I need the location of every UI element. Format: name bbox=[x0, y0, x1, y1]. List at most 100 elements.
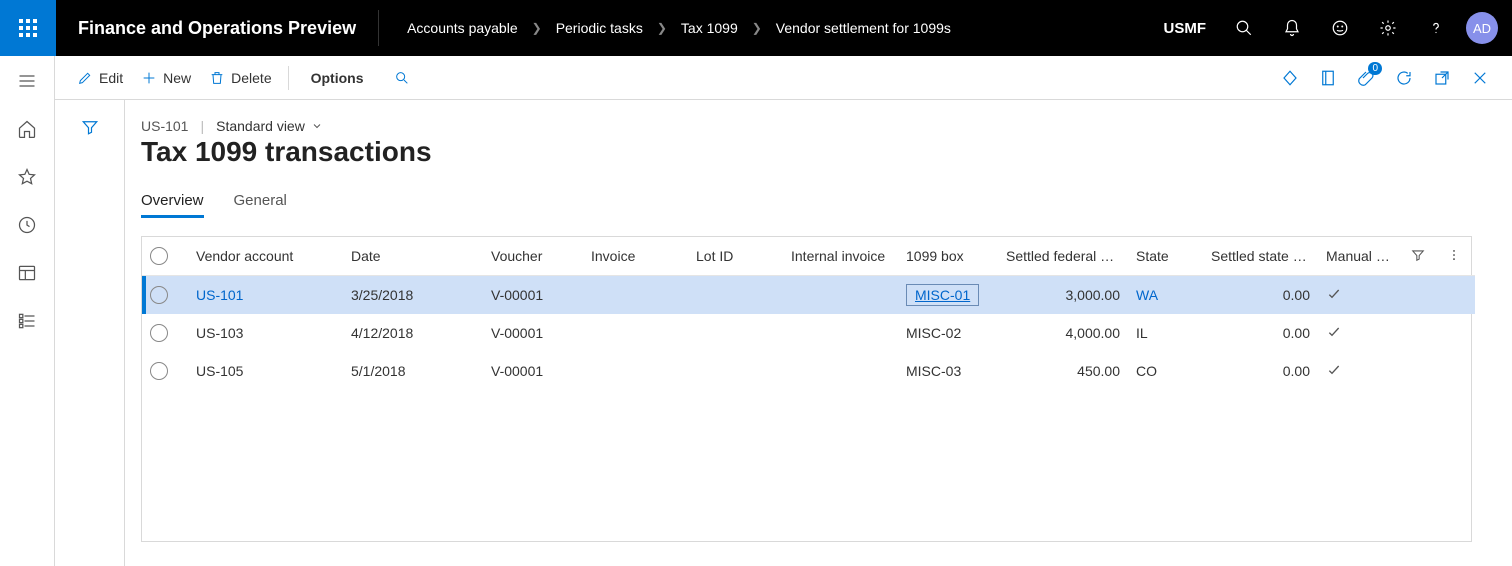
col-voucher[interactable]: Voucher bbox=[483, 237, 583, 276]
cell-lot-id[interactable] bbox=[688, 314, 783, 352]
new-button[interactable]: New bbox=[133, 64, 199, 92]
table-row[interactable]: US-105 5/1/2018V-00001 MISC-03 450.00CO0.00 bbox=[142, 352, 1475, 390]
popout-button[interactable] bbox=[1424, 62, 1460, 94]
cell-internal-invoice[interactable] bbox=[783, 314, 898, 352]
row-selector[interactable] bbox=[150, 286, 168, 304]
cell-state[interactable]: IL bbox=[1128, 314, 1203, 352]
col-settled-state[interactable]: Settled state 1... bbox=[1203, 237, 1318, 276]
cell-1099-box[interactable]: MISC-03 bbox=[906, 363, 961, 379]
trash-icon bbox=[209, 70, 225, 86]
cell-voucher[interactable]: V-00001 bbox=[483, 314, 583, 352]
cell-vendor-account[interactable]: US-103 bbox=[196, 325, 243, 341]
col-lot-id[interactable]: Lot ID bbox=[688, 237, 783, 276]
col-state[interactable]: State bbox=[1128, 237, 1203, 276]
cell-settled-state[interactable]: 0.00 bbox=[1203, 314, 1318, 352]
cell-vendor-account[interactable]: US-101 bbox=[196, 287, 243, 303]
nav-workspaces[interactable] bbox=[16, 262, 38, 284]
filter-pane-toggle[interactable] bbox=[55, 100, 125, 566]
cell-invoice[interactable] bbox=[583, 276, 688, 315]
breadcrumb-item[interactable]: Accounts payable bbox=[407, 20, 518, 36]
form-tabs: Overview General bbox=[141, 192, 1512, 218]
nav-home[interactable] bbox=[16, 118, 38, 140]
col-1099-box[interactable]: 1099 box bbox=[898, 237, 998, 276]
grid-more-button[interactable] bbox=[1439, 237, 1475, 276]
cell-internal-invoice[interactable] bbox=[783, 276, 898, 315]
cell-manual-entry[interactable] bbox=[1318, 276, 1403, 315]
cell-invoice[interactable] bbox=[583, 352, 688, 390]
plus-icon bbox=[141, 70, 157, 86]
cell-settled-federal[interactable]: 4,000.00 bbox=[998, 314, 1128, 352]
cell-1099-box[interactable]: MISC-01 bbox=[906, 284, 979, 306]
nav-expand-button[interactable] bbox=[16, 70, 38, 92]
cell-manual-entry[interactable] bbox=[1318, 314, 1403, 352]
company-picker[interactable]: USMF bbox=[1150, 20, 1221, 37]
attachment-count-badge: 0 bbox=[1368, 62, 1382, 75]
help-button[interactable] bbox=[1412, 0, 1460, 56]
cell-1099-box[interactable]: MISC-02 bbox=[906, 325, 961, 341]
col-manual-entry[interactable]: Manual En... bbox=[1318, 237, 1403, 276]
more-vertical-icon bbox=[1447, 248, 1461, 262]
cell-voucher[interactable]: V-00001 bbox=[483, 352, 583, 390]
cell-settled-federal[interactable]: 3,000.00 bbox=[998, 276, 1128, 315]
cell-invoice[interactable] bbox=[583, 314, 688, 352]
question-icon bbox=[1427, 19, 1445, 37]
settings-button[interactable] bbox=[1364, 0, 1412, 56]
row-selector[interactable] bbox=[150, 324, 168, 342]
table-row[interactable]: US-101 3/25/2018V-00001 MISC-01 3,000.00WA0… bbox=[142, 276, 1475, 315]
options-tab[interactable]: Options bbox=[303, 64, 372, 92]
cell-settled-state[interactable]: 0.00 bbox=[1203, 352, 1318, 390]
refresh-button[interactable] bbox=[1386, 62, 1422, 94]
cell-date[interactable]: 5/1/2018 bbox=[343, 352, 483, 390]
star-icon bbox=[17, 167, 37, 187]
grid-filter-button[interactable] bbox=[1403, 237, 1439, 276]
search-icon bbox=[394, 70, 410, 86]
tab-overview[interactable]: Overview bbox=[141, 192, 204, 218]
col-invoice[interactable]: Invoice bbox=[583, 237, 688, 276]
cell-settled-state[interactable]: 0.00 bbox=[1203, 276, 1318, 315]
cell-vendor-account[interactable]: US-105 bbox=[196, 363, 243, 379]
search-button[interactable] bbox=[1220, 0, 1268, 56]
row-selector[interactable] bbox=[150, 362, 168, 380]
nav-recent[interactable] bbox=[16, 214, 38, 236]
workspace-icon bbox=[17, 263, 37, 283]
breadcrumb-item[interactable]: Tax 1099 bbox=[681, 20, 738, 36]
user-avatar[interactable]: AD bbox=[1466, 12, 1498, 44]
select-all[interactable] bbox=[142, 237, 188, 276]
chevron-right-icon: ❯ bbox=[532, 21, 542, 35]
tab-general[interactable]: General bbox=[234, 192, 287, 218]
chevron-down-icon bbox=[311, 120, 323, 132]
find-button[interactable] bbox=[386, 64, 418, 92]
cell-internal-invoice[interactable] bbox=[783, 352, 898, 390]
table-row[interactable]: US-103 4/12/2018V-00001 MISC-02 4,000.00IL0… bbox=[142, 314, 1475, 352]
personalize-button[interactable] bbox=[1272, 62, 1308, 94]
record-id: US-101 bbox=[141, 118, 188, 134]
close-button[interactable] bbox=[1462, 62, 1498, 94]
cell-date[interactable]: 3/25/2018 bbox=[343, 276, 483, 315]
notifications-button[interactable] bbox=[1268, 0, 1316, 56]
view-selector[interactable]: Standard view bbox=[216, 118, 323, 134]
cell-manual-entry[interactable] bbox=[1318, 352, 1403, 390]
circle-icon bbox=[150, 247, 168, 265]
feedback-button[interactable] bbox=[1316, 0, 1364, 56]
app-launcher-button[interactable] bbox=[0, 0, 56, 56]
cell-voucher[interactable]: V-00001 bbox=[483, 276, 583, 315]
col-internal-invoice[interactable]: Internal invoice bbox=[783, 237, 898, 276]
cell-date[interactable]: 4/12/2018 bbox=[343, 314, 483, 352]
nav-favorites[interactable] bbox=[16, 166, 38, 188]
col-date[interactable]: Date bbox=[343, 237, 483, 276]
open-office-button[interactable] bbox=[1310, 62, 1346, 94]
delete-button[interactable]: Delete bbox=[201, 64, 279, 92]
separator bbox=[288, 66, 289, 90]
col-vendor-account[interactable]: Vendor account bbox=[188, 237, 343, 276]
cell-lot-id[interactable] bbox=[688, 352, 783, 390]
breadcrumb-item[interactable]: Periodic tasks bbox=[556, 20, 643, 36]
col-settled-federal[interactable]: Settled federal 1099 bbox=[998, 237, 1128, 276]
edit-button[interactable]: Edit bbox=[69, 64, 131, 92]
cell-state[interactable]: CO bbox=[1128, 352, 1203, 390]
nav-modules[interactable] bbox=[16, 310, 38, 332]
attachments-button[interactable]: 0 bbox=[1348, 62, 1384, 94]
cell-state[interactable]: WA bbox=[1128, 276, 1203, 315]
cell-settled-federal[interactable]: 450.00 bbox=[998, 352, 1128, 390]
cell-lot-id[interactable] bbox=[688, 276, 783, 315]
breadcrumb-item[interactable]: Vendor settlement for 1099s bbox=[776, 20, 951, 36]
